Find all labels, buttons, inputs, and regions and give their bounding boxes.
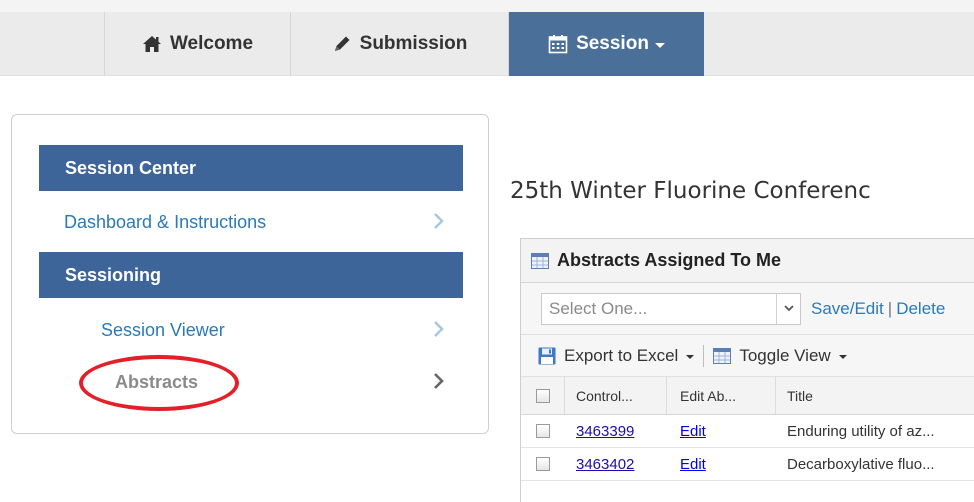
delete-link[interactable]: Delete bbox=[896, 299, 945, 319]
highlight-oval bbox=[79, 355, 239, 411]
control-cell: 3463399 bbox=[565, 415, 667, 447]
calendar-icon bbox=[548, 34, 568, 54]
chevron-right-icon bbox=[433, 372, 445, 395]
edit-cell: Edit bbox=[667, 448, 776, 480]
chevron-right-icon bbox=[433, 212, 445, 235]
chevron-right-icon bbox=[433, 320, 445, 343]
edit-link[interactable]: Edit bbox=[680, 423, 706, 440]
toggle-view-button[interactable]: Toggle View bbox=[713, 345, 847, 366]
grid-toolbar: Export to Excel Toggle View bbox=[521, 335, 974, 377]
title-cell: Enduring utility of az... bbox=[787, 422, 935, 440]
top-strip bbox=[0, 0, 974, 12]
row-checkbox[interactable] bbox=[536, 457, 550, 471]
select-all-checkbox[interactable] bbox=[535, 388, 550, 403]
column-header-title[interactable]: Title bbox=[776, 377, 974, 414]
sidebar-item-dashboard[interactable]: Dashboard & Instructions bbox=[39, 198, 463, 246]
sidebar-header-session-center: Session Center bbox=[39, 145, 463, 191]
edit-link[interactable]: Edit bbox=[680, 456, 706, 473]
sidebar-header-sessioning: Sessioning bbox=[39, 252, 463, 298]
column-header-edit[interactable]: Edit Ab... bbox=[667, 377, 776, 414]
row-checkbox-cell bbox=[521, 448, 565, 480]
column-header-control[interactable]: Control... bbox=[565, 377, 667, 414]
sidebar-panel: Session Center Dashboard & Instructions … bbox=[11, 114, 489, 434]
page-title: 25th Winter Fluorine Conferenc bbox=[510, 178, 871, 204]
table-header-row: Control... Edit Ab... Title bbox=[521, 377, 974, 415]
grid-action-row: Select One... Save/Edit | Delete bbox=[521, 283, 974, 335]
control-cell: 3463402 bbox=[565, 448, 667, 480]
home-icon bbox=[142, 35, 162, 53]
action-select[interactable]: Select One... bbox=[541, 292, 801, 325]
tab-session[interactable]: Session bbox=[509, 12, 704, 76]
caret-down-icon bbox=[838, 354, 847, 359]
chevron-down-icon[interactable] bbox=[776, 293, 800, 324]
edit-cell: Edit bbox=[667, 415, 776, 447]
sidebar-item-label: Dashboard & Instructions bbox=[64, 211, 267, 232]
row-checkbox[interactable] bbox=[536, 424, 550, 438]
pencil-icon bbox=[332, 34, 352, 54]
export-label: Export to Excel bbox=[564, 345, 679, 365]
tab-welcome[interactable]: Welcome bbox=[104, 12, 290, 76]
grid-title-bar: Abstracts Assigned To Me bbox=[521, 239, 974, 283]
tab-session-label: Session bbox=[576, 33, 649, 54]
tab-submission-label: Submission bbox=[359, 33, 468, 54]
row-checkbox-cell bbox=[521, 415, 565, 447]
table-row: 3463402 Edit Decarboxylative fluo... bbox=[521, 448, 974, 481]
action-select-value: Select One... bbox=[549, 298, 648, 318]
toggle-view-label: Toggle View bbox=[739, 345, 831, 365]
tab-welcome-label: Welcome bbox=[169, 33, 254, 54]
save-disk-icon bbox=[538, 347, 556, 365]
sidebar-item-label: Session Viewer bbox=[101, 319, 225, 340]
toolbar-divider bbox=[703, 344, 705, 367]
tab-submission[interactable]: Submission bbox=[290, 12, 509, 76]
export-excel-button[interactable]: Export to Excel bbox=[538, 345, 695, 366]
abstracts-grid: Abstracts Assigned To Me Select One... S… bbox=[520, 238, 974, 502]
title-cell: Decarboxylative fluo... bbox=[787, 455, 935, 473]
select-all-cell bbox=[521, 377, 565, 414]
table-view-icon bbox=[713, 347, 732, 364]
control-number-link[interactable]: 3463399 bbox=[576, 423, 634, 440]
table-row: 3463399 Edit Enduring utility of az... bbox=[521, 415, 974, 448]
table-icon bbox=[531, 252, 549, 269]
grid-title: Abstracts Assigned To Me bbox=[557, 250, 782, 270]
link-separator: | bbox=[887, 298, 893, 318]
save-edit-link[interactable]: Save/Edit bbox=[811, 299, 884, 319]
control-number-link[interactable]: 3463402 bbox=[576, 456, 634, 473]
sidebar-item-session-viewer[interactable]: Session Viewer bbox=[39, 306, 463, 354]
top-nav-bar: Welcome Submission Session bbox=[0, 0, 974, 76]
chevron-down-icon bbox=[654, 42, 665, 48]
caret-down-icon bbox=[686, 354, 695, 359]
